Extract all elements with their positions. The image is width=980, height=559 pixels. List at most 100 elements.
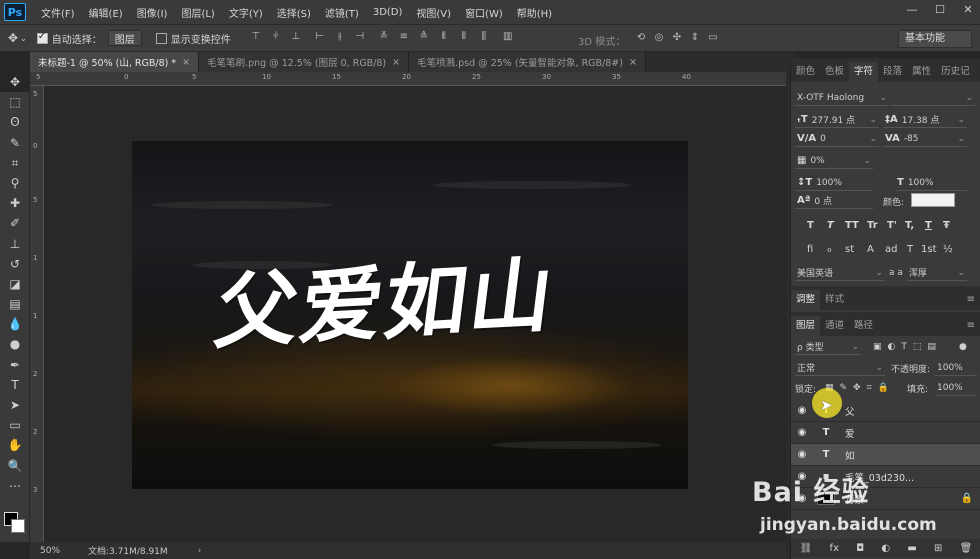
tab-adjustments[interactable]: 调整 bbox=[791, 290, 821, 310]
ligatures-button[interactable]: fi bbox=[807, 244, 813, 255]
3d-orbit-icon[interactable]: ⟲ bbox=[634, 32, 648, 46]
antialias-dropdown[interactable]: 浑厚 ⌄ bbox=[907, 265, 967, 281]
vertical-scale-field[interactable]: ↕T 100% bbox=[795, 175, 873, 191]
3d-slide-icon[interactable]: ⇕ bbox=[688, 32, 702, 46]
layer-filter-dropdown[interactable]: ρ 类型 ⌄ bbox=[795, 339, 861, 355]
distribute-hcenter-icon[interactable]: ⦀ bbox=[457, 31, 471, 45]
visibility-eye-icon[interactable]: ◉ bbox=[791, 405, 813, 416]
distribute-left-icon[interactable]: ⫴ bbox=[437, 31, 451, 45]
document-canvas[interactable]: 父爱如山 bbox=[132, 141, 688, 489]
trash-icon[interactable]: 🗑 bbox=[960, 543, 973, 554]
3d-camera-icon[interactable]: ▭ bbox=[706, 32, 720, 46]
eyedropper-tool-icon[interactable]: ⚲ bbox=[0, 173, 30, 193]
horizontal-scale-field[interactable]: T 100% bbox=[895, 175, 967, 191]
tsume-field[interactable]: ▦ 0% ⌄ bbox=[795, 153, 873, 169]
blend-mode-dropdown[interactable]: 正常 ⌄ bbox=[795, 360, 885, 376]
zoom-tool-icon[interactable]: 🔍 bbox=[0, 456, 30, 476]
pen-tool-icon[interactable]: ✒ bbox=[0, 355, 30, 375]
menu-help[interactable]: 帮助(H) bbox=[510, 5, 559, 20]
adjustment-icon[interactable]: ◐ bbox=[881, 543, 890, 554]
type-tool-icon[interactable]: T bbox=[0, 375, 30, 395]
marquee-tool-icon[interactable]: ⬚ bbox=[0, 92, 30, 112]
hand-tool-icon[interactable]: ✋ bbox=[0, 435, 30, 455]
align-bottom-icon[interactable]: ⊥ bbox=[289, 31, 303, 45]
tracking-field[interactable]: VA -85 ⌄ bbox=[883, 131, 967, 147]
tab-document-1[interactable]: 未标题-1 @ 50% (山, RGB/8) * × bbox=[30, 52, 200, 72]
stylistic-alternates-button[interactable]: st bbox=[845, 244, 854, 255]
tab-color[interactable]: 颜色 bbox=[791, 62, 820, 82]
menu-select[interactable]: 选择(S) bbox=[270, 5, 318, 20]
align-left-icon[interactable]: ⊢ bbox=[313, 31, 327, 45]
distribute-bottom-icon[interactable]: ≙ bbox=[417, 31, 431, 45]
status-menu-arrow-icon[interactable]: › bbox=[198, 546, 202, 556]
align-vcenter-icon[interactable]: ⫩ bbox=[269, 31, 283, 45]
menu-view[interactable]: 视图(V) bbox=[409, 5, 458, 20]
folder-icon[interactable]: ▬ bbox=[907, 543, 916, 554]
move-tool-icon[interactable]: ✥ bbox=[8, 31, 18, 45]
fx-icon[interactable]: fx bbox=[830, 543, 839, 554]
superscript-button[interactable]: T' bbox=[887, 220, 897, 231]
tab-document-3[interactable]: 毛笔喷溅.psd @ 25% (矢量智能对象, RGB/8#) × bbox=[409, 52, 646, 72]
more-tools-icon[interactable]: ⋯ bbox=[0, 476, 30, 496]
background-color-swatch[interactable] bbox=[11, 519, 25, 533]
tab-properties[interactable]: 属性 bbox=[907, 62, 936, 82]
blur-tool-icon[interactable]: 💧 bbox=[0, 314, 30, 334]
gradient-tool-icon[interactable]: ▤ bbox=[0, 294, 30, 314]
ordinals-button[interactable]: 1st bbox=[921, 244, 937, 255]
menu-file[interactable]: 文件(F) bbox=[34, 5, 82, 20]
workspace-dropdown[interactable]: 基本功能 bbox=[898, 30, 972, 48]
path-select-tool-icon[interactable]: ➤ bbox=[0, 395, 30, 415]
align-hcenter-icon[interactable]: ⫲ bbox=[333, 31, 347, 45]
language-dropdown[interactable]: 美国英语 ⌄ bbox=[795, 265, 885, 281]
minimize-button[interactable]: — bbox=[904, 3, 920, 17]
headline-text[interactable]: 父爱如山 bbox=[209, 228, 562, 364]
mask-icon[interactable]: ◘ bbox=[856, 543, 864, 554]
menu-layer[interactable]: 图层(L) bbox=[174, 5, 221, 20]
healing-brush-tool-icon[interactable]: ✚ bbox=[0, 193, 30, 213]
font-style-dropdown[interactable]: ⌄ bbox=[891, 90, 975, 106]
maximize-button[interactable]: ☐ bbox=[932, 3, 948, 17]
strikethrough-button[interactable]: Ŧ bbox=[943, 220, 950, 231]
lasso-tool-icon[interactable]: ʘ bbox=[0, 112, 30, 132]
tool-preset-chevron-icon[interactable]: ⌄ bbox=[20, 34, 27, 43]
zoom-level[interactable]: 50% bbox=[40, 546, 80, 556]
layer-row[interactable]: ◉ T 爱 bbox=[791, 422, 980, 444]
font-size-field[interactable]: ₜT 277.91 点 ⌄ bbox=[795, 112, 879, 128]
tab-history[interactable]: 历史记 bbox=[936, 62, 975, 82]
menu-image[interactable]: 图像(I) bbox=[130, 5, 175, 20]
new-layer-icon[interactable]: ⊞ bbox=[934, 543, 942, 554]
menu-filter[interactable]: 滤镜(T) bbox=[318, 5, 366, 20]
clone-stamp-tool-icon[interactable]: ⊥ bbox=[0, 234, 30, 254]
subscript-button[interactable]: T, bbox=[905, 220, 914, 231]
distribute-top-icon[interactable]: ≚ bbox=[377, 31, 391, 45]
underline-button[interactable]: T bbox=[925, 220, 932, 231]
menu-type[interactable]: 文字(Y) bbox=[222, 5, 270, 20]
show-transform-checkbox[interactable] bbox=[155, 32, 167, 44]
menu-3d[interactable]: 3D(D) bbox=[366, 7, 410, 18]
align-right-icon[interactable]: ⊣ bbox=[353, 31, 367, 45]
close-button[interactable]: ✕ bbox=[960, 3, 976, 17]
dodge-tool-icon[interactable]: ● bbox=[0, 334, 30, 354]
menu-edit[interactable]: 编辑(E) bbox=[82, 5, 130, 20]
tab-styles[interactable]: 样式 bbox=[820, 290, 849, 310]
tab-channels[interactable]: 通道 bbox=[820, 316, 849, 336]
tab-swatches[interactable]: 色板 bbox=[820, 62, 849, 82]
font-family-dropdown[interactable]: X-OTF Haolong ⌄ bbox=[795, 90, 889, 106]
menu-window[interactable]: 窗口(W) bbox=[458, 5, 510, 20]
visibility-eye-icon[interactable]: ◉ bbox=[791, 449, 813, 460]
distribute-vcenter-icon[interactable]: ≡ bbox=[397, 31, 411, 45]
layer-row[interactable]: ◉ T 如 bbox=[791, 444, 980, 466]
discretionary-ligatures-button[interactable]: ad bbox=[885, 244, 897, 255]
tab-paths[interactable]: 路径 bbox=[849, 316, 878, 336]
tab-layers[interactable]: 图层 bbox=[791, 316, 821, 336]
distribute-right-icon[interactable]: ⫼ bbox=[477, 31, 491, 45]
old-style-button[interactable]: ℴ bbox=[827, 244, 832, 255]
tab-document-2[interactable]: 毛笔笔刷.png @ 12.5% (图层 0, RGB/8) × bbox=[199, 52, 410, 72]
faux-bold-button[interactable]: T bbox=[807, 220, 814, 231]
baseline-shift-field[interactable]: Aª 0 点 bbox=[795, 193, 873, 209]
layer-filter-icons[interactable]: ▣◐T⬚▤ bbox=[873, 339, 942, 355]
text-color-swatch[interactable] bbox=[911, 193, 955, 207]
history-brush-tool-icon[interactable]: ↺ bbox=[0, 254, 30, 274]
titling-alternates-button[interactable]: A bbox=[867, 244, 874, 255]
link-icon[interactable]: ⛓ bbox=[800, 543, 813, 554]
